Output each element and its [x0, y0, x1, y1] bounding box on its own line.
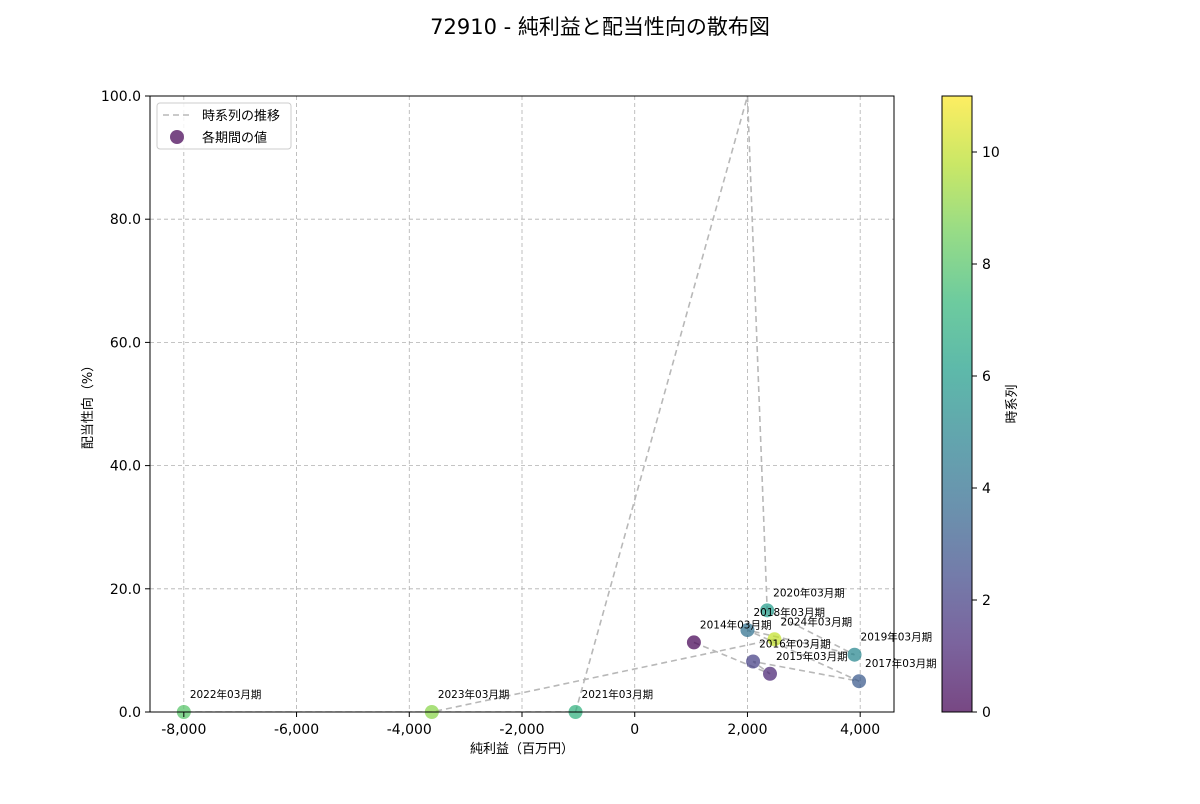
colorbar-tick-label: 6	[982, 369, 991, 385]
colorbar-tick-label: 0	[982, 705, 991, 721]
y-axis-label: 配当性向（%）	[80, 359, 96, 449]
point-label: 2016年03月期	[759, 637, 831, 650]
y-tick-label: 100.0	[101, 89, 141, 105]
x-tick-label: -6,000	[274, 722, 319, 738]
point-label: 2021年03月期	[582, 688, 654, 701]
legend-entry-line: 時系列の推移	[202, 109, 280, 124]
colorbar-tick-label: 8	[982, 257, 991, 273]
y-tick-label: 0.0	[119, 705, 141, 721]
x-tick-label: 0	[630, 722, 639, 738]
x-tick-label: 4,000	[840, 722, 880, 738]
chart-root: 72910 - 純利益と配当性向の散布図 2014年03月期 2015年03月期 2…	[0, 0, 1200, 800]
x-tick-label: -8,000	[161, 722, 206, 738]
point-label: 2017年03月期	[865, 657, 937, 670]
point-label: 2014年03月期	[700, 618, 772, 631]
point-labels-layer: 2014年03月期2015年03月期2016年03月期2017年03月期2018…	[190, 586, 937, 701]
x-axis-ticks: -8,000 -6,000 -4,000 -2,000 0 2,000 4,000	[161, 712, 880, 738]
colorbar-tick-label: 4	[982, 481, 991, 497]
legend-point-swatch	[170, 130, 184, 144]
point-label: 2019年03月期	[861, 631, 933, 644]
x-tick-label: -2,000	[499, 722, 544, 738]
y-tick-label: 60.0	[110, 335, 141, 351]
colorbar-label: 時系列	[1005, 384, 1020, 423]
data-point	[852, 674, 867, 689]
point-label: 2023年03月期	[438, 688, 510, 701]
y-tick-label: 80.0	[110, 212, 141, 228]
chart-title: 72910 - 純利益と配当性向の散布図	[430, 15, 770, 39]
y-axis-ticks: 0.0 20.0 40.0 60.0 80.0 100.0	[101, 89, 150, 721]
x-axis-label: 純利益（百万円）	[470, 742, 574, 757]
colorbar-tick-label: 2	[982, 593, 991, 609]
y-tick-label: 40.0	[110, 459, 141, 475]
scatter-chart: 72910 - 純利益と配当性向の散布図 2014年03月期2015年03月期2…	[80, 15, 1020, 757]
point-label: 2022年03月期	[190, 688, 262, 701]
point-label: 2024年03月期	[781, 615, 853, 628]
x-tick-label: -4,000	[387, 722, 432, 738]
legend-entry-points: 各期間の値	[202, 130, 267, 146]
x-tick-label: 2,000	[727, 722, 767, 738]
data-point	[847, 647, 862, 662]
point-label: 2020年03月期	[773, 586, 845, 599]
point-label: 2015年03月期	[776, 650, 848, 663]
y-tick-label: 20.0	[110, 582, 141, 598]
data-point	[763, 666, 777, 681]
data-point	[746, 654, 761, 669]
colorbar: 0 2 4 6 8 10 時系列	[941, 95, 1020, 721]
legend: 時系列の推移各期間の値	[156, 102, 292, 150]
colorbar-bar	[941, 95, 973, 713]
colorbar-tick-label: 10	[982, 145, 1000, 161]
data-point	[686, 635, 701, 650]
